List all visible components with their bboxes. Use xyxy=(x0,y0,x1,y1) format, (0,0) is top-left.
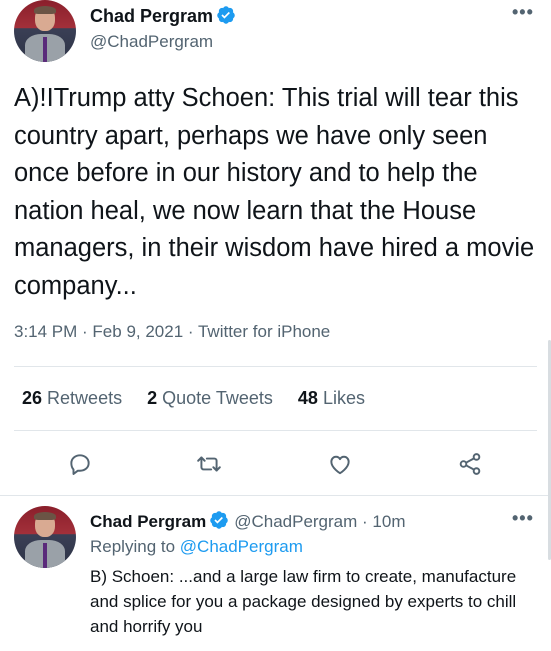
tweet-date[interactable]: Feb 9, 2021 xyxy=(92,322,183,341)
tweet-time[interactable]: 3:14 PM xyxy=(14,322,77,341)
likes-label: Likes xyxy=(322,388,365,408)
more-icon[interactable]: ••• xyxy=(512,2,534,23)
tweet-source[interactable]: Twitter for iPhone xyxy=(198,322,330,341)
retweets-label: Retweets xyxy=(47,388,123,408)
tweet-actions xyxy=(0,448,551,484)
like-icon xyxy=(330,455,350,475)
likes-stat[interactable]: 48 Likes xyxy=(298,388,365,409)
tweet-text: A)!ITrump atty Schoen: This trial will t… xyxy=(14,84,535,300)
retweets-count: 26 xyxy=(22,388,43,408)
author-name[interactable]: Chad Pergram xyxy=(90,6,213,26)
reply-time[interactable]: 10m xyxy=(372,512,405,531)
verified-badge-icon xyxy=(217,6,235,24)
quote-count: 2 xyxy=(147,388,158,408)
share-icon xyxy=(459,453,481,475)
reply-author-avatar[interactable] xyxy=(14,506,76,568)
tweet-meta: 3:14 PM · Feb 9, 2021 · Twitter for iPho… xyxy=(14,322,330,342)
verified-badge-icon xyxy=(210,511,228,529)
avatar-hair xyxy=(33,511,57,521)
reply-text: B) Schoen: ...and a large law firm to cr… xyxy=(90,567,517,636)
reply-author-name[interactable]: Chad Pergram xyxy=(90,512,206,531)
retweet-icon xyxy=(197,456,221,472)
avatar-tie xyxy=(42,543,48,568)
replying-prefix: Replying to xyxy=(90,537,180,556)
author-avatar[interactable] xyxy=(14,0,76,62)
likes-count: 48 xyxy=(297,388,318,408)
share-button[interactable] xyxy=(454,448,486,480)
divider xyxy=(14,366,537,367)
retweets-stat[interactable]: 26 Retweets xyxy=(22,388,122,409)
avatar-hair xyxy=(33,5,57,15)
reply-icon xyxy=(70,454,90,475)
meta-separator: · xyxy=(77,322,93,341)
avatar-tie xyxy=(42,37,48,62)
reply-separator: · xyxy=(357,512,373,531)
replying-to: Replying to @ChadPergram xyxy=(90,537,303,557)
reply-header: Chad Pergram @ChadPergram · 10m xyxy=(90,510,405,532)
retweet-button[interactable] xyxy=(193,448,225,480)
author-name-row[interactable]: Chad Pergram xyxy=(90,5,236,27)
reply-button[interactable] xyxy=(64,448,96,480)
reply-author-handle[interactable]: @ChadPergram xyxy=(234,512,357,531)
quote-label: Quote Tweets xyxy=(162,388,273,408)
divider xyxy=(14,430,537,431)
quote-tweets-stat[interactable]: 2 Quote Tweets xyxy=(147,388,273,409)
replying-mention[interactable]: @ChadPergram xyxy=(180,537,303,556)
like-button[interactable] xyxy=(324,448,356,480)
tweet-stats: 26 Retweets 2 Quote Tweets 48 Likes xyxy=(22,388,385,409)
divider xyxy=(0,495,551,496)
reply-more-icon[interactable]: ••• xyxy=(512,508,534,529)
meta-separator: · xyxy=(183,322,198,341)
author-handle[interactable]: @ChadPergram xyxy=(90,32,213,52)
